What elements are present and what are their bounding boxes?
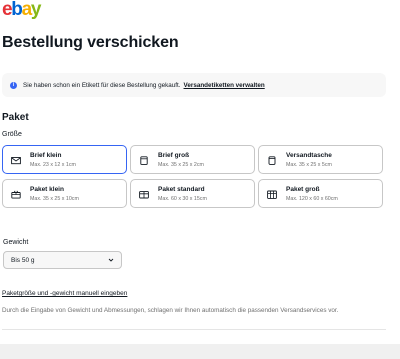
package-option-name: Brief klein	[30, 152, 62, 159]
package-option-brief-klein[interactable]: Brief klein Max. 23 x 12 x 1cm	[2, 145, 127, 174]
weight-select[interactable]: Bis 50 g	[3, 251, 122, 269]
small-box-icon	[11, 190, 21, 199]
logo-letter-e: e	[2, 0, 13, 20]
large-box-icon	[267, 190, 277, 199]
divider	[2, 329, 386, 330]
page-title: Bestellung verschicken	[2, 34, 179, 51]
package-option-brief-gross[interactable]: Brief groß Max. 35 x 25 x 2cm	[130, 145, 255, 174]
logo-letter-y: y	[30, 0, 42, 20]
large-letter-icon	[140, 156, 148, 165]
envelope-icon	[11, 157, 21, 165]
package-option-versandtasche[interactable]: Versandtasche Max. 35 x 25 x 5cm	[258, 145, 383, 174]
bottom-bar	[0, 344, 400, 359]
notice-text: Sie haben schon ein Etikett für diese Be…	[23, 81, 181, 89]
hint-text: Durch die Eingabe von Gewicht und Abmess…	[2, 307, 339, 314]
package-option-dims: Max. 60 x 30 x 15cm	[158, 196, 207, 202]
package-option-dims: Max. 120 x 60 x 60cm	[286, 196, 338, 202]
size-label: Größe	[2, 131, 22, 138]
package-option-name: Paket klein	[30, 186, 64, 193]
package-option-dims: Max. 35 x 25 x 5cm	[286, 162, 332, 168]
package-option-paket-gross[interactable]: Paket groß Max. 120 x 60 x 60cm	[258, 179, 383, 208]
mailer-bag-icon	[268, 156, 276, 165]
package-option-paket-klein[interactable]: Paket klein Max. 35 x 25 x 10cm	[2, 179, 127, 208]
manage-labels-link[interactable]: Versandetiketten verwalten	[184, 82, 265, 89]
package-option-dims: Max. 35 x 25 x 10cm	[30, 196, 79, 202]
package-option-name: Paket standard	[158, 186, 205, 193]
logo-letter-b: b	[11, 0, 23, 20]
package-option-name: Versandtasche	[286, 152, 332, 159]
package-option-paket-standard[interactable]: Paket standard Max. 60 x 30 x 15cm	[130, 179, 255, 208]
package-option-dims: Max. 35 x 25 x 2cm	[158, 162, 204, 168]
ebay-logo[interactable]: ebay	[2, 0, 42, 20]
weight-select-value: Bis 50 g	[11, 256, 35, 264]
package-option-name: Brief groß	[158, 152, 190, 159]
info-icon: i	[10, 81, 17, 89]
standard-box-icon	[139, 191, 149, 199]
manual-size-weight-link[interactable]: Paketgröße und -gewicht manuell eingeben	[2, 290, 127, 297]
weight-label: Gewicht	[3, 239, 29, 246]
package-section-title: Paket	[2, 112, 29, 123]
package-option-name: Paket groß	[286, 186, 320, 193]
chevron-down-icon	[108, 258, 114, 262]
logo-letter-a: a	[21, 0, 33, 20]
package-option-dims: Max. 23 x 12 x 1cm	[30, 162, 76, 168]
label-notice-banner: i Sie haben schon ein Etikett für diese …	[2, 73, 386, 97]
